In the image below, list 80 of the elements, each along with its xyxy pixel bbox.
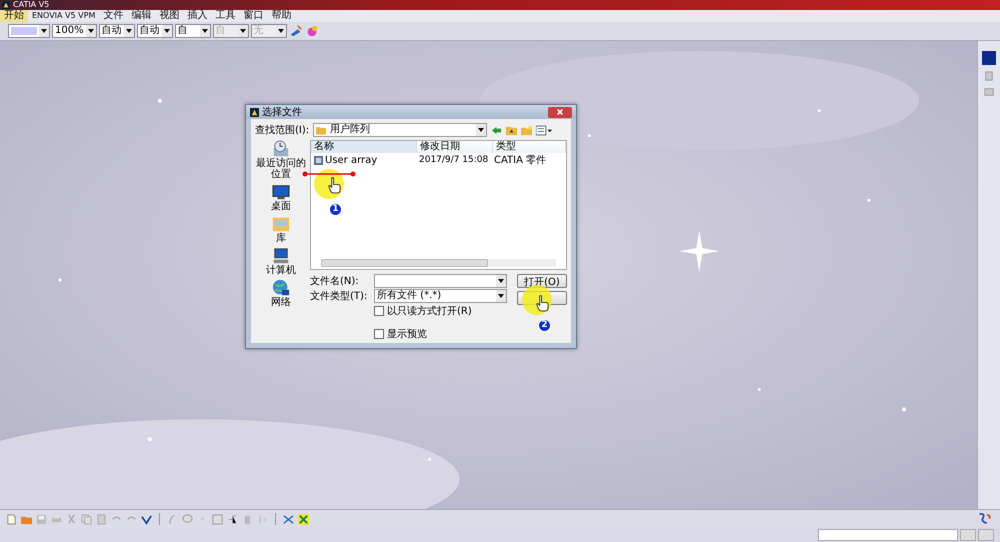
column-header[interactable]: 名称 (311, 141, 417, 153)
caret-icon (498, 279, 504, 283)
fit-all-icon[interactable] (298, 514, 309, 524)
hand-cursor-icon (536, 295, 549, 312)
menu-item[interactable]: 帮助 (267, 10, 296, 22)
file-type-cell-text: CATIA 零件 (494, 154, 546, 167)
ball-icon[interactable] (304, 24, 319, 38)
dialog-title: 选择文件 (262, 106, 303, 119)
places-item[interactable]: 桌面 (271, 183, 291, 212)
paste-icon[interactable] (96, 514, 107, 524)
command-field[interactable] (818, 529, 958, 541)
menu-item[interactable]: 插入 (183, 10, 212, 22)
read-only-checkbox[interactable]: 以只读方式打开(R) (310, 304, 507, 318)
color-dropdown[interactable] (8, 24, 50, 38)
places-item[interactable]: 计算机 (266, 247, 296, 276)
menu-item[interactable]: 视图 (155, 10, 184, 22)
menu-item[interactable]: ENOVIA V5 VPM (28, 10, 100, 22)
status-button[interactable] (960, 529, 976, 541)
hand-cursor-icon (328, 177, 341, 194)
file-name-cell[interactable]: User array (311, 154, 419, 166)
table-icon[interactable] (212, 514, 223, 524)
caret-icon (240, 29, 246, 33)
format-dropdown[interactable]: 自动 (98, 24, 135, 38)
back-icon[interactable] (491, 124, 502, 136)
cut-icon[interactable] (66, 514, 77, 524)
folder-icon (316, 126, 326, 134)
menu-item[interactable]: 编辑 (127, 10, 156, 22)
computer-icon (272, 247, 290, 265)
comment-icon[interactable] (182, 514, 193, 524)
file-type-label: 文件类型(T): (310, 290, 368, 303)
paint-icon[interactable] (288, 24, 303, 38)
library-icon (272, 215, 290, 233)
copy-icon[interactable] (81, 514, 92, 524)
menu-item[interactable]: 工具 (211, 10, 240, 22)
horizontal-scrollbar[interactable] (321, 259, 556, 267)
column-header[interactable]: 修改日期 (417, 141, 493, 153)
close-icon (556, 108, 564, 116)
places-item[interactable]: 网络 (271, 279, 291, 308)
underline-marker (302, 171, 356, 177)
menu-item[interactable]: 窗口 (239, 10, 268, 22)
menu-item[interactable]: 开始 (0, 10, 28, 22)
preview-checkbox[interactable]: 显示预览 (310, 327, 507, 341)
open-button[interactable]: 打开(O) (517, 274, 567, 288)
modified-date-cell-text: 2017/9/7 15:08 (419, 155, 490, 165)
caret-icon (498, 294, 504, 298)
caret-icon (164, 29, 170, 33)
network-globe-icon (272, 279, 290, 297)
places-item[interactable]: 最近访问的位置 (255, 140, 307, 180)
status-button[interactable] (978, 529, 994, 541)
save-icon[interactable] (36, 514, 47, 524)
menu-item[interactable]: 文件 (99, 10, 128, 22)
caret-icon (202, 29, 208, 33)
view-menu-icon[interactable] (536, 124, 552, 136)
places-item[interactable]: 库 (272, 215, 290, 244)
window-title: CATIA V5 (13, 0, 50, 10)
desktop-icon (272, 183, 290, 201)
print-icon[interactable] (51, 514, 62, 524)
close-button[interactable] (548, 106, 572, 118)
app-logo-icon (2, 1, 10, 9)
caret-icon (41, 29, 47, 33)
format-dropdown[interactable]: 自 (174, 24, 211, 38)
caret-icon (278, 29, 284, 33)
caret-icon (88, 29, 94, 33)
format-dropdown[interactable]: 100% (52, 24, 97, 38)
app-logo-icon (250, 108, 259, 116)
recent-places-icon (272, 140, 290, 158)
column-header[interactable]: 类型 (493, 141, 566, 153)
structure-icon[interactable] (257, 514, 268, 524)
format-dropdown[interactable]: 自动 (136, 24, 173, 38)
file-name-label: 文件名(N): (310, 274, 360, 288)
file-name-field[interactable] (374, 274, 507, 288)
new-document-icon[interactable] (6, 514, 17, 524)
file-type-dropdown[interactable]: 所有文件 (*.*) (374, 289, 507, 303)
new-folder-icon[interactable] (521, 124, 532, 136)
look-in-dropdown[interactable]: 用户阵列 (313, 123, 488, 137)
part-file-icon (314, 156, 323, 164)
folder-up-icon[interactable] (506, 124, 518, 136)
look-in-label: 查找范围(I): (255, 124, 310, 137)
caret-icon (478, 128, 484, 132)
caret-icon (126, 29, 132, 33)
